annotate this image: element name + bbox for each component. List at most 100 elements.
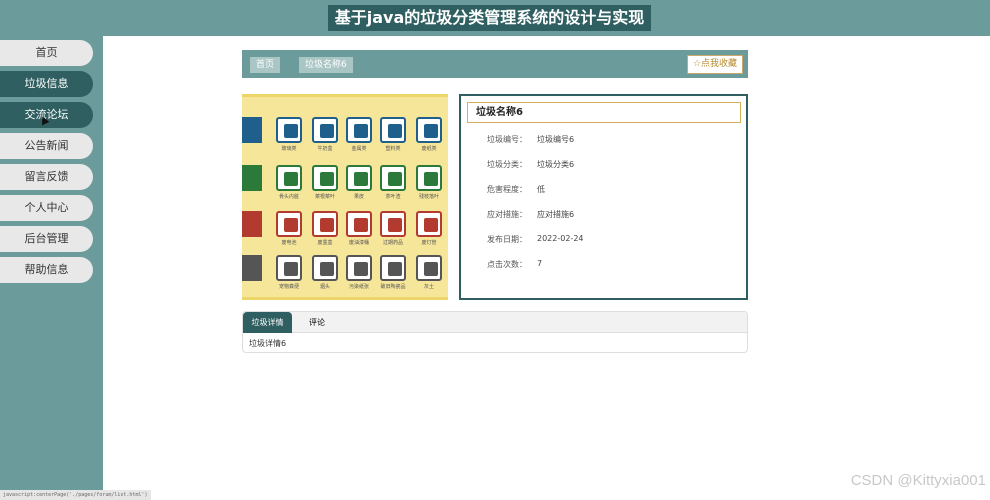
sign-caption: 金属类 — [351, 146, 367, 152]
garbage-glyph-icon — [284, 218, 298, 232]
sidebar-item-help[interactable]: 帮助信息 — [0, 257, 93, 283]
garbage-glyph-icon — [320, 124, 334, 138]
sidebar-item-profile[interactable]: 个人中心 — [0, 195, 93, 221]
field-value-hazard: 低 — [537, 185, 545, 194]
garbage-glyph-icon — [354, 218, 368, 232]
sign-caption: 塑料类 — [385, 146, 401, 152]
garbage-sign-icon — [312, 255, 338, 281]
garbage-glyph-icon — [320, 172, 334, 186]
garbage-sign-icon — [276, 117, 302, 143]
category-label-icon — [242, 255, 262, 281]
field-value-number: 垃圾编号6 — [537, 135, 575, 144]
garbage-glyph-icon — [284, 262, 298, 276]
field-label-clicks: 点击次数： — [487, 260, 527, 269]
image-row: 宠物粪便 烟头 污染纸张 破旧陶瓷品 灰土 — [242, 249, 448, 293]
sign-caption: 牛奶盒 — [317, 146, 333, 152]
garbage-glyph-icon — [424, 124, 438, 138]
top-header-bar: 基于java的垃圾分类管理系统的设计与实现 — [0, 0, 990, 36]
sign-caption: 废油漆桶 — [348, 240, 369, 246]
breadcrumb-current: 垃圾名称6 — [299, 57, 353, 73]
sign-caption: 茶叶渣 — [385, 194, 401, 200]
garbage-sign-icon — [312, 211, 338, 237]
field-value-date: 2022-02-24 — [537, 234, 584, 243]
tab-content: 垃圾详情6 — [249, 339, 287, 348]
category-label-icon — [242, 117, 262, 143]
sign-caption: 灰土 — [423, 284, 434, 290]
sign-caption: 废灯管 — [421, 240, 437, 246]
tab-garbage-detail[interactable]: 垃圾详情 — [243, 312, 292, 333]
field-value-clicks: 7 — [537, 259, 543, 268]
favorite-button[interactable]: ☆点我收藏 — [687, 55, 743, 74]
sidebar-item-news[interactable]: 公告新闻 — [0, 133, 93, 159]
sign-caption: 废墨盒 — [317, 240, 333, 246]
garbage-sign-icon — [416, 117, 442, 143]
garbage-glyph-icon — [320, 218, 334, 232]
garbage-glyph-icon — [388, 124, 402, 138]
garbage-sign-icon — [312, 165, 338, 191]
category-label-icon — [242, 211, 262, 237]
field-label-measure: 应对措施： — [487, 210, 527, 219]
breadcrumb-home[interactable]: 首页 — [250, 57, 281, 73]
garbage-sign-icon — [416, 211, 442, 237]
detail-title: 垃圾名称6 — [467, 102, 741, 123]
category-label-icon — [242, 165, 262, 191]
garbage-sign-icon — [380, 117, 406, 143]
sidebar-item-garbage-info[interactable]: 垃圾信息 — [0, 71, 93, 97]
sidebar-item-home[interactable]: 首页 — [0, 40, 93, 66]
garbage-glyph-icon — [354, 262, 368, 276]
garbage-sign-icon — [346, 165, 372, 191]
field-label-date: 发布日期： — [487, 235, 527, 244]
field-label-hazard: 危害程度： — [487, 185, 527, 194]
sign-caption: 菜根菜叶 — [314, 194, 335, 200]
sign-caption: 果皮 — [353, 194, 364, 200]
watermark: CSDN @Kittyxia001 — [850, 472, 986, 489]
detail-tabs: 垃圾详情 评论 垃圾详情6 — [242, 311, 748, 353]
garbage-sign-icon — [416, 255, 442, 281]
field-value-measure: 应对措施6 — [537, 210, 575, 219]
sign-caption: 残枝落叶 — [418, 194, 439, 200]
breadcrumb: 首页 垃圾名称6 ☆点我收藏 — [242, 50, 748, 78]
sign-caption: 骨头内脏 — [278, 194, 299, 200]
garbage-image: 玻璃类 牛奶盒 金属类 塑料类 废纸类 骨头内脏 菜根菜叶 果皮 茶叶渣 残枝落叶 废电池 废墨盒 废油… — [242, 94, 448, 300]
field-label-category: 垃圾分类： — [487, 160, 527, 169]
sign-caption: 废纸类 — [421, 146, 437, 152]
image-row: 骨头内脏 菜根菜叶 果皮 茶叶渣 残枝落叶 — [242, 159, 448, 203]
sign-caption: 污染纸张 — [348, 284, 369, 290]
tab-comments[interactable]: 评论 — [297, 312, 337, 333]
sign-caption: 废电池 — [281, 240, 297, 246]
sidebar-item-admin[interactable]: 后台管理 — [0, 226, 93, 252]
status-url: javascript:centerPage('./pages/forum/lis… — [0, 490, 151, 500]
garbage-sign-icon — [346, 255, 372, 281]
garbage-glyph-icon — [354, 172, 368, 186]
garbage-glyph-icon — [424, 172, 438, 186]
sign-caption: 过期药品 — [382, 240, 403, 246]
garbage-sign-icon — [276, 255, 302, 281]
garbage-glyph-icon — [388, 218, 402, 232]
sidebar: 首页 垃圾信息 交流论坛 公告新闻 留言反馈 个人中心 后台管理 帮助信息 — [0, 36, 103, 500]
garbage-glyph-icon — [424, 218, 438, 232]
garbage-glyph-icon — [388, 262, 402, 276]
garbage-glyph-icon — [424, 262, 438, 276]
field-label-number: 垃圾编号： — [487, 135, 527, 144]
garbage-sign-icon — [416, 165, 442, 191]
garbage-sign-icon — [276, 165, 302, 191]
garbage-sign-icon — [380, 255, 406, 281]
garbage-glyph-icon — [284, 124, 298, 138]
garbage-glyph-icon — [388, 172, 402, 186]
image-row: 废电池 废墨盒 废油漆桶 过期药品 废灯管 — [242, 205, 448, 249]
garbage-sign-icon — [380, 211, 406, 237]
page-title: 基于java的垃圾分类管理系统的设计与实现 — [328, 5, 651, 31]
image-row: 玻璃类 牛奶盒 金属类 塑料类 废纸类 — [242, 111, 448, 155]
sidebar-item-feedback[interactable]: 留言反馈 — [0, 164, 93, 190]
garbage-sign-icon — [346, 211, 372, 237]
detail-panel: 垃圾名称6 垃圾编号： 垃圾编号6 垃圾分类： 垃圾分类6 危害程度： 低 应对… — [459, 94, 748, 300]
sign-caption: 宠物粪便 — [278, 284, 299, 290]
field-value-category: 垃圾分类6 — [537, 160, 575, 169]
garbage-sign-icon — [312, 117, 338, 143]
garbage-sign-icon — [380, 165, 406, 191]
tabs-header: 垃圾详情 评论 — [243, 312, 747, 333]
garbage-glyph-icon — [354, 124, 368, 138]
garbage-glyph-icon — [320, 262, 334, 276]
garbage-sign-icon — [276, 211, 302, 237]
garbage-glyph-icon — [284, 172, 298, 186]
